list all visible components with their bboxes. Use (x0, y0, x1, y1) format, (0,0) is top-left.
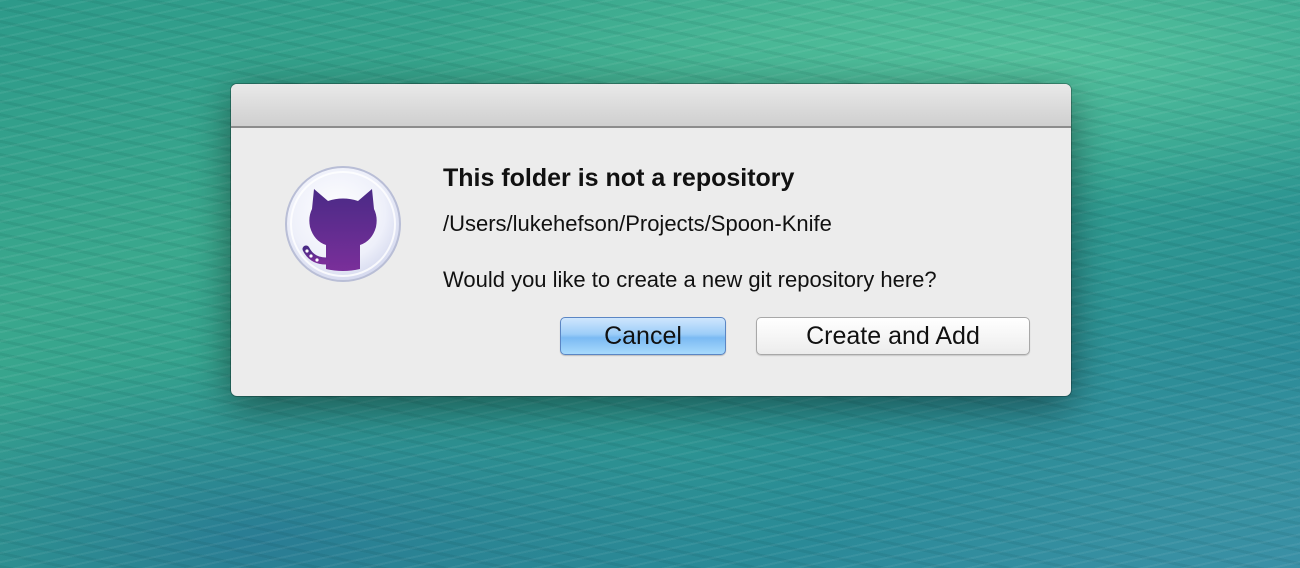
cancel-button[interactable]: Cancel (560, 317, 726, 355)
create-and-add-button[interactable]: Create and Add (756, 317, 1030, 355)
dialog-message: Would you like to create a new git repos… (443, 267, 937, 292)
dialog-titlebar (231, 84, 1071, 128)
folder-path: /Users/lukehefson/Projects/Spoon-Knife (443, 211, 832, 236)
dialog-title: This folder is not a repository (443, 164, 795, 192)
alert-dialog: This folder is not a repository /Users/l… (231, 84, 1071, 396)
octocat-icon (284, 165, 402, 283)
